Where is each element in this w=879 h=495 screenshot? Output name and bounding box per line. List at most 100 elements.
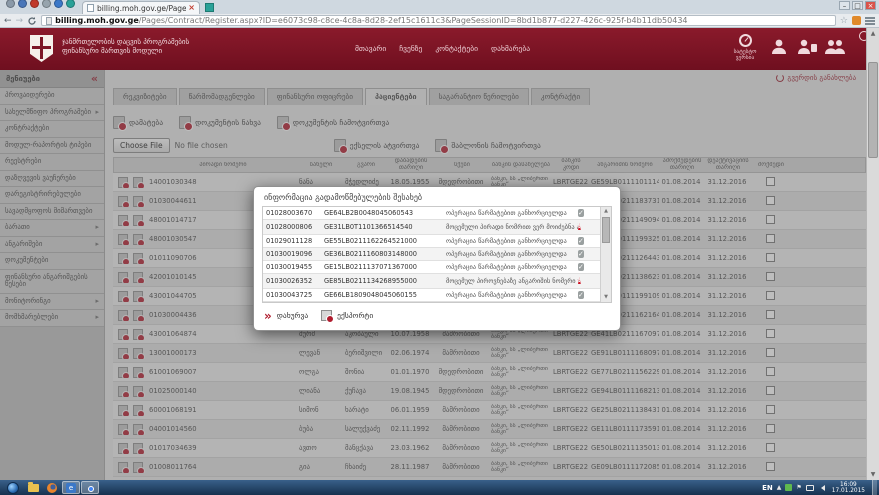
pinned-tab-favicon[interactable] bbox=[30, 0, 39, 8]
success-check-icon: ✓ bbox=[578, 250, 584, 258]
forward-icon[interactable]: → bbox=[16, 16, 24, 26]
tab-favicon-icon bbox=[87, 4, 94, 12]
modal-scrollbar[interactable]: ▲ ▼ bbox=[600, 207, 611, 302]
modal-row: 01029011128GE55LB0211162264521000ოპერაცი… bbox=[263, 235, 600, 248]
taskbar-explorer[interactable] bbox=[24, 481, 42, 494]
url-path: /Pages/Contract/Register.aspx?ID=e6073c9… bbox=[139, 16, 688, 25]
modal-title: ინფორმაცია გადამოწმებულების შესახებ bbox=[254, 187, 620, 206]
taskbar-firefox[interactable] bbox=[43, 481, 61, 494]
modal-row: 01030026352GE85LB0211134268955000მოცემულ… bbox=[263, 274, 600, 289]
header-nav-item[interactable]: დახმარება bbox=[491, 44, 530, 53]
scrollbar-thumb[interactable] bbox=[868, 62, 878, 158]
success-check-icon: ✓ bbox=[578, 209, 584, 217]
window-controls: – □ × bbox=[839, 1, 876, 10]
network-icon[interactable] bbox=[806, 485, 814, 491]
scroll-down-icon[interactable]: ▼ bbox=[867, 469, 879, 480]
modal-cell-account: GE31LB0T1101366514540 bbox=[321, 223, 443, 231]
pinned-tab-favicon[interactable] bbox=[42, 0, 51, 8]
modal-cell-message: ოპერაცია წარმატებით განხორციელდა bbox=[443, 237, 578, 245]
modal-cell-message: მოცემული პირადი ნომრით ვერ მოიძებნა პირო… bbox=[443, 223, 578, 231]
app-header: ჯანმრთელობის დაცვის პროგრამების ფინანსურ… bbox=[0, 28, 879, 70]
start-button[interactable] bbox=[7, 482, 19, 494]
page-icon bbox=[46, 17, 52, 25]
flag-icon[interactable]: ⚑ bbox=[796, 484, 801, 491]
app-icon: e bbox=[66, 483, 76, 493]
reload-icon[interactable] bbox=[27, 16, 37, 26]
tab-title: billing.moh.gov.ge/Page... bbox=[97, 4, 186, 13]
modal-cell-id: 01028003670 bbox=[263, 209, 321, 217]
modal-table: 01028003670GE64LB2B0048045060543ოპერაცია… bbox=[262, 206, 612, 303]
version-badge: სატესტო ვერსია bbox=[728, 34, 762, 61]
tray-expand-icon[interactable]: ▲ bbox=[777, 484, 782, 491]
header-nav-item[interactable]: ჩვენზე bbox=[399, 44, 422, 53]
pinned-tab-favicon[interactable] bbox=[66, 0, 75, 8]
close-button[interactable]: × bbox=[865, 1, 876, 10]
scroll-up-icon[interactable]: ▲ bbox=[867, 28, 879, 39]
firefox-icon bbox=[47, 483, 57, 493]
taskbar-chrome[interactable] bbox=[81, 481, 99, 494]
tab-close-icon[interactable]: × bbox=[188, 4, 195, 12]
modal-cell-message: ოპერაცია წარმატებით განხორციელდა bbox=[443, 291, 578, 299]
modal-close-label[interactable]: დახურვა bbox=[277, 311, 308, 320]
browser-tab[interactable]: billing.moh.gov.ge/Page... × bbox=[82, 1, 200, 14]
modal-row: 01030019455GE15LB0211137071367000ოპერაცი… bbox=[263, 261, 600, 274]
modal-cell-id: 01030019455 bbox=[263, 263, 321, 271]
pinned-tabs bbox=[6, 0, 78, 14]
system-tray: EN ▲ ⚑ 16:09 17.01.2015 bbox=[762, 480, 877, 495]
language-indicator[interactable]: EN bbox=[762, 484, 773, 492]
pinned-tab-favicon[interactable] bbox=[6, 0, 15, 8]
taskbar: e EN ▲ ⚑ 16:09 17.01.2015 bbox=[0, 480, 879, 495]
screen: billing.moh.gov.ge/Page... × – □ × ← → b… bbox=[0, 0, 879, 495]
pinned-tab-favicon[interactable] bbox=[54, 0, 63, 8]
browser-tab-strip: billing.moh.gov.ge/Page... × – □ × bbox=[0, 0, 879, 14]
modal-cell-account: GE15LB0211137071367000 bbox=[321, 263, 443, 271]
modal-cell-id: 01030019096 bbox=[263, 250, 321, 258]
speaker-icon[interactable] bbox=[818, 485, 825, 491]
minimize-button[interactable]: – bbox=[839, 1, 850, 10]
modal-cell-status: ✓ bbox=[578, 262, 600, 272]
modal-export-label[interactable]: ექსპორტი bbox=[337, 311, 373, 320]
modal-row: 01030043725GE66LB1809048045060155ოპერაცი… bbox=[263, 289, 600, 302]
modal-footer: » დახურვა ექსპორტი bbox=[254, 303, 620, 330]
modal-cell-message: მოცემულ პიროვნებაზე ანგარიშის ნომერი უკვ… bbox=[443, 277, 578, 285]
taskbar-clock[interactable]: 16:09 17.01.2015 bbox=[832, 482, 865, 494]
browser-menu-icon[interactable] bbox=[865, 17, 875, 25]
antivirus-icon[interactable] bbox=[785, 484, 792, 491]
header-nav: მთავარი ჩვენზე კონტაქტები დახმარება bbox=[355, 44, 530, 53]
folder-icon bbox=[28, 484, 39, 492]
user-list-icon[interactable] bbox=[796, 38, 818, 54]
modal-scrollbar-thumb[interactable] bbox=[602, 217, 610, 243]
url-domain: billing.moh.gov.ge bbox=[55, 16, 139, 25]
extension-icon[interactable] bbox=[852, 16, 861, 25]
header-nav-item[interactable]: კონტაქტები bbox=[435, 44, 478, 53]
url-field[interactable]: billing.moh.gov.ge/Pages/Contract/Regist… bbox=[41, 15, 836, 26]
modal-scroll-up-icon[interactable]: ▲ bbox=[601, 207, 611, 216]
show-desktop-button[interactable] bbox=[872, 480, 877, 495]
bookmark-star-icon[interactable]: ☆ bbox=[840, 16, 848, 26]
header-nav-item[interactable]: მთავარი bbox=[355, 44, 386, 53]
modal-cell-status: ! bbox=[578, 274, 600, 288]
taskbar-app[interactable]: e bbox=[62, 481, 80, 494]
modal-scroll-down-icon[interactable]: ▼ bbox=[601, 293, 611, 302]
export-icon[interactable] bbox=[321, 310, 332, 321]
page-scrollbar[interactable]: ▲ ▼ bbox=[866, 28, 879, 480]
back-icon[interactable]: ← bbox=[4, 16, 12, 26]
modal-rows: 01028003670GE64LB2B0048045060543ოპერაცია… bbox=[263, 207, 600, 302]
user-icon[interactable] bbox=[768, 38, 790, 54]
new-tab-button[interactable] bbox=[205, 3, 214, 12]
modal-cell-status: ✓ bbox=[578, 249, 600, 259]
modal-cell-status: ✓ bbox=[578, 236, 600, 246]
success-check-icon: ✓ bbox=[578, 237, 584, 245]
address-bar-icons: ☆ bbox=[840, 16, 875, 26]
modal-cell-status: ✓ bbox=[578, 290, 600, 300]
continue-icon[interactable]: » bbox=[264, 311, 272, 321]
pinned-tab-favicon[interactable] bbox=[18, 0, 27, 8]
results-modal: ინფორმაცია გადამოწმებულების შესახებ 0102… bbox=[253, 186, 621, 331]
modal-cell-status: ! bbox=[578, 220, 600, 234]
users-group-icon[interactable] bbox=[824, 38, 846, 54]
success-check-icon: ✓ bbox=[578, 291, 584, 299]
maximize-button[interactable]: □ bbox=[852, 1, 863, 10]
modal-cell-message: ოპერაცია წარმატებით განხორციელდა bbox=[443, 209, 578, 217]
modal-cell-message: ოპერაცია წარმატებით განხორციელდა bbox=[443, 263, 578, 271]
modal-cell-account: GE66LB1809048045060155 bbox=[321, 291, 443, 299]
